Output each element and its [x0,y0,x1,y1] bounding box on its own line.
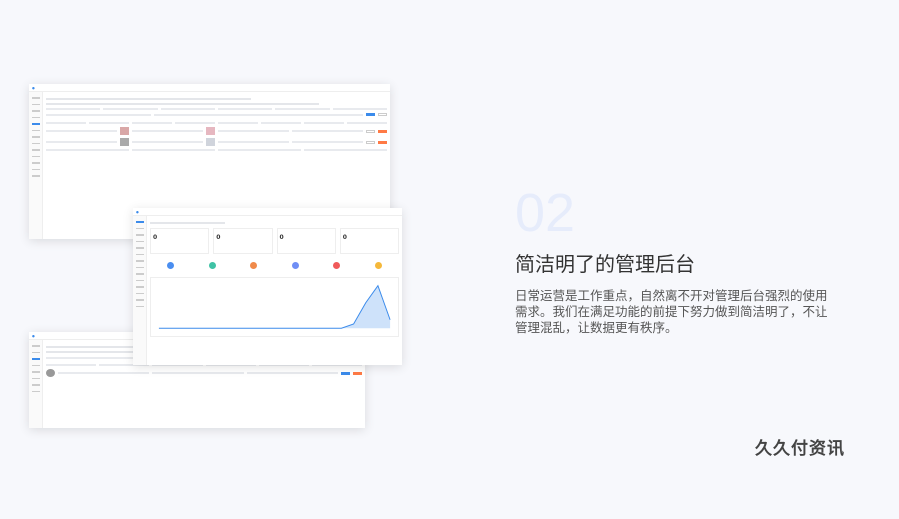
admin-sidebar [133,216,147,365]
table-row [46,127,387,135]
section-title: 简洁明了的管理后台 [515,252,695,276]
admin-main-content: 0 0 0 0 [147,216,402,365]
admin-logo: ● [136,209,139,214]
user-icon[interactable] [208,262,216,269]
quick-actions [150,262,399,269]
search-button[interactable] [366,113,375,116]
table-row [46,149,387,151]
notice-icon[interactable] [291,262,299,269]
admin-logo: ● [32,333,35,338]
admin-logo: ● [32,85,35,90]
brand-watermark: 久久付资讯 [755,439,845,459]
trend-chart [150,277,399,337]
table-row [46,138,387,146]
admin-sidebar [29,92,43,239]
section-description: 日常运营是工作重点，自然离不开对管理后台强烈的使用需求。我们在满足功能的前提下努… [515,288,828,335]
trend-area [158,285,391,329]
reset-button[interactable] [378,113,387,116]
product-icon[interactable] [167,262,175,269]
admin-topbar: ● [29,84,390,92]
section-number: 02 [515,183,576,243]
stat-card: 0 [339,228,399,254]
stat-cards: 0 0 0 0 [150,228,399,254]
stat-card: 0 [213,228,273,254]
admin-topbar: ● [133,208,402,216]
trend-chart-svg [158,284,391,329]
admin-sidebar [29,340,43,428]
coupon-icon[interactable] [333,262,341,269]
admin-screenshot-dashboard: ● 0 0 0 0 [133,208,402,365]
table-row [46,369,362,377]
settings-icon[interactable] [374,262,382,269]
stat-card: 0 [150,228,210,254]
order-icon[interactable] [250,262,258,269]
stat-card: 0 [276,228,336,254]
